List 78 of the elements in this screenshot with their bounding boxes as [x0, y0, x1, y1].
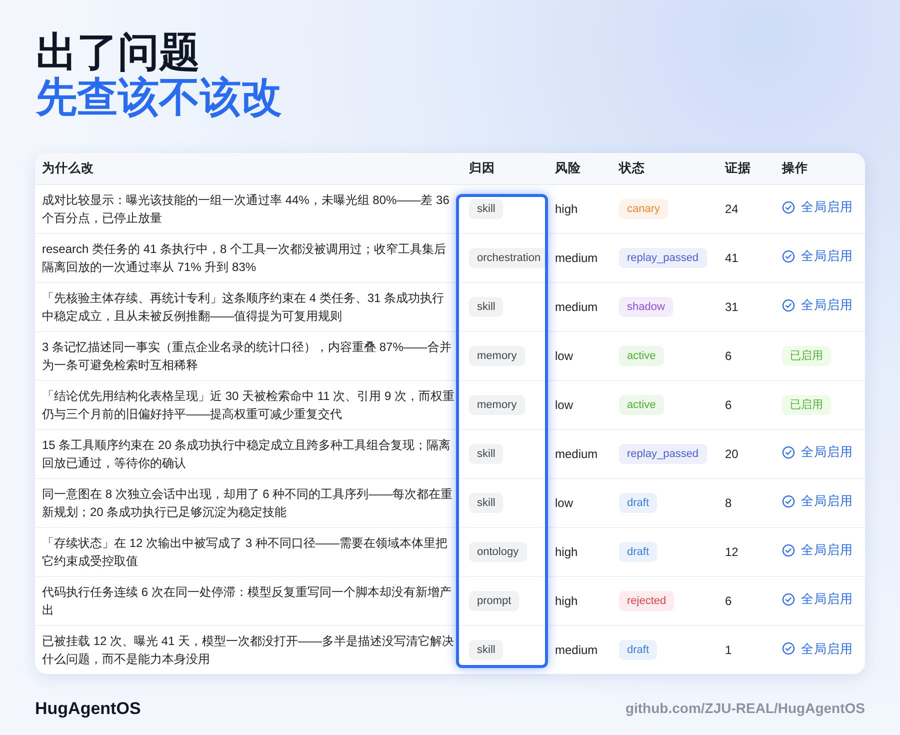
attribution-tag: skill	[469, 296, 504, 316]
attribution-tag: ontology	[469, 542, 527, 562]
risk-level: low	[548, 478, 612, 527]
status-tag: draft	[619, 542, 658, 562]
attribution-tag: memory	[469, 394, 525, 414]
enable-global-button[interactable]: 全局启用	[782, 247, 853, 266]
risk-level: medium	[548, 429, 612, 478]
check-circle-icon	[782, 592, 795, 606]
risk-level: high	[548, 184, 612, 233]
evidence-count: 8	[718, 478, 775, 527]
reason-text: research 类任务的 41 条执行中，8 个工具一次都没被调用过；收窄工具集后隔离回放的一次通过率从 71% 升到 83%	[35, 233, 462, 282]
check-circle-icon	[782, 494, 795, 508]
check-circle-icon	[782, 200, 795, 214]
check-circle-icon	[782, 446, 795, 459]
evidence-count: 31	[718, 282, 775, 331]
status-tag: draft	[619, 492, 658, 512]
evidence-count: 24	[718, 184, 775, 233]
risk-level: high	[548, 576, 612, 625]
enable-global-button[interactable]: 全局启用	[782, 296, 853, 314]
reason-text: 3 条记忆描述同一事实（重点企业名录的统计口径），内容重叠 87%——合并为一条可避免检索时互相稀释	[35, 331, 462, 380]
evidence-count: 1	[718, 625, 775, 674]
reason-text: 代码执行任务连续 6 次在同一处停滞：模型反复重写同一个脚本却没有新增产出	[35, 576, 462, 625]
check-circle-icon	[782, 250, 795, 263]
attribution-tag: skill	[469, 492, 504, 512]
status-tag: shadow	[619, 296, 673, 316]
reason-text: 成对比较显示：曝光该技能的一组一次通过率 44%，未曝光组 80%——差 36 个百分点，已停止放量	[35, 184, 462, 233]
evidence-count: 12	[718, 527, 775, 576]
reason-text: 同一意图在 8 次独立会话中出现，却用了 6 种不同的工具序列——每次都在重新规划；20 条成功执行已足够沉淀为稳定技能	[35, 478, 462, 527]
column-header: 操作	[775, 153, 865, 184]
reason-text: 「结论优先用结构化表格呈现」近 30 天被检索命中 11 次、引用 9 次，而权重仍与三个月前的旧偏好持平——提高权重可减少重复交代	[35, 380, 462, 429]
column-header: 状态	[612, 153, 718, 184]
risk-level: medium	[548, 233, 612, 282]
status-tag: canary	[619, 198, 668, 218]
evidence-count: 20	[718, 429, 775, 478]
column-header: 证据	[718, 153, 775, 184]
attribution-tag: orchestration	[469, 248, 549, 268]
attribution-tag: skill	[469, 198, 504, 218]
reason-text: 「先核验主体存续、再统计专利」这条顺序约束在 4 类任务、31 条成功执行中稳定成立，且从未被反例推翻——值得提为可复用规则	[35, 282, 462, 331]
enable-global-button[interactable]: 全局启用	[782, 640, 853, 658]
risk-level: medium	[548, 625, 612, 674]
check-circle-icon	[782, 544, 795, 557]
reason-text: 已被挂载 12 次、曝光 41 天，模型一次都没打开——多半是描述没写清它解决什么问题，而不是能力本身没用	[35, 625, 462, 674]
evidence-count: 6	[718, 331, 775, 380]
reason-text: 15 条工具顺序约束在 20 条成功执行中稳定成立且跨多种工具组合复现；隔离回放已通过，等待你的确认	[35, 429, 462, 478]
status-tag: replay_passed	[619, 444, 707, 464]
attribution-tag: prompt	[469, 590, 520, 610]
reason-text: 「存续状态」在 12 次输出中被写成了 3 种不同口径——需要在领域本体里把它约束成受控取值	[35, 527, 462, 576]
risk-level: low	[548, 331, 612, 380]
enable-global-button[interactable]: 全局启用	[782, 443, 853, 462]
headline-subtitle: 先查该不该改	[36, 74, 282, 120]
enabled-badge: 已启用	[782, 346, 831, 366]
column-header: 归因	[462, 153, 548, 184]
attribution-tag: memory	[469, 346, 525, 366]
status-tag: draft	[619, 640, 658, 660]
check-circle-icon	[782, 642, 795, 655]
enable-global-button[interactable]: 全局启用	[782, 590, 853, 608]
evidence-count: 6	[718, 380, 775, 429]
status-tag: active	[619, 394, 664, 414]
evidence-count: 6	[718, 576, 775, 625]
risk-level: medium	[548, 282, 612, 331]
check-circle-icon	[782, 298, 795, 312]
status-tag: active	[619, 346, 664, 366]
headline: 出了问题	[36, 30, 200, 74]
status-tag: rejected	[619, 590, 674, 610]
evidence-count: 41	[718, 233, 775, 282]
column-header: 风险	[548, 153, 612, 184]
repo-link[interactable]: github.com/ZJU-REAL/HugAgentOS	[625, 698, 865, 720]
risk-level: high	[548, 527, 612, 576]
attribution-tag: skill	[469, 444, 504, 464]
enabled-badge: 已启用	[782, 394, 831, 414]
enable-global-button[interactable]: 全局启用	[782, 541, 853, 560]
risk-level: low	[548, 380, 612, 429]
attribution-tag: skill	[469, 640, 504, 660]
column-header: 为什么改	[35, 153, 462, 184]
brand-logo: HugAgentOS	[35, 698, 141, 720]
enable-global-button[interactable]: 全局启用	[782, 492, 853, 510]
status-tag: replay_passed	[619, 248, 707, 268]
enable-global-button[interactable]: 全局启用	[782, 198, 853, 216]
